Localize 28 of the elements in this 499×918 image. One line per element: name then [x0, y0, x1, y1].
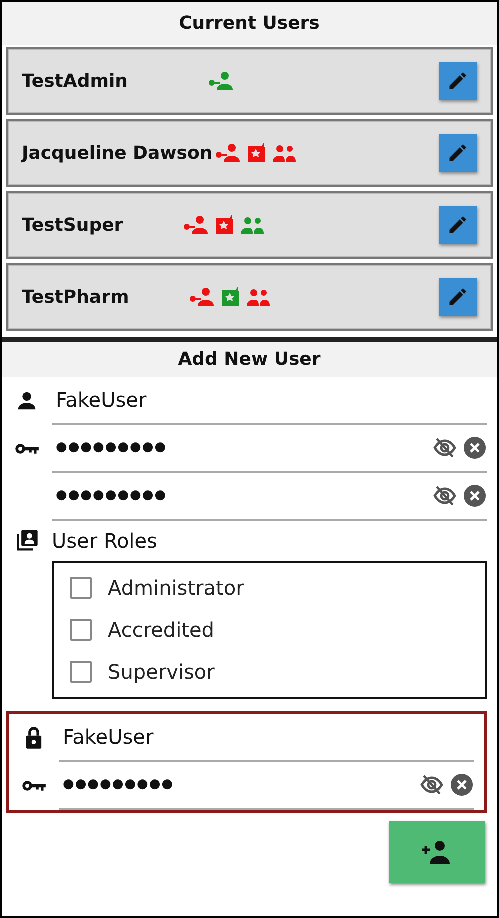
section-title: Current Users [2, 2, 497, 45]
roles-label: User Roles [52, 528, 158, 555]
pencil-icon [447, 286, 469, 308]
user-name: TestPharm [22, 286, 130, 310]
user-name: TestAdmin [22, 70, 128, 94]
edit-button[interactable] [439, 62, 477, 100]
clear-icon[interactable] [450, 773, 474, 797]
clear-icon[interactable] [463, 484, 487, 508]
add-user-button[interactable] [389, 821, 485, 883]
checkbox[interactable] [70, 661, 92, 683]
checkbox-label: Administrator [108, 575, 244, 602]
user-name: TestSuper [22, 214, 124, 238]
section-title: Add New User [2, 342, 497, 377]
pencil-icon [447, 214, 469, 236]
checkbox[interactable] [70, 619, 92, 641]
edit-button[interactable] [439, 278, 477, 316]
edit-button[interactable] [439, 206, 477, 244]
edit-button[interactable] [439, 134, 477, 172]
pencil-icon [447, 70, 469, 92]
eye-off-icon[interactable] [433, 485, 457, 507]
pencil-icon [447, 142, 469, 164]
eye-off-icon[interactable] [420, 774, 444, 796]
clear-icon[interactable] [463, 436, 487, 460]
user-name: Jacqueline Dawson [22, 142, 213, 166]
checkbox-label: Supervisor [108, 659, 215, 686]
checkbox-label: Accredited [108, 617, 215, 644]
checkbox[interactable] [70, 577, 92, 599]
eye-off-icon[interactable] [433, 437, 457, 459]
